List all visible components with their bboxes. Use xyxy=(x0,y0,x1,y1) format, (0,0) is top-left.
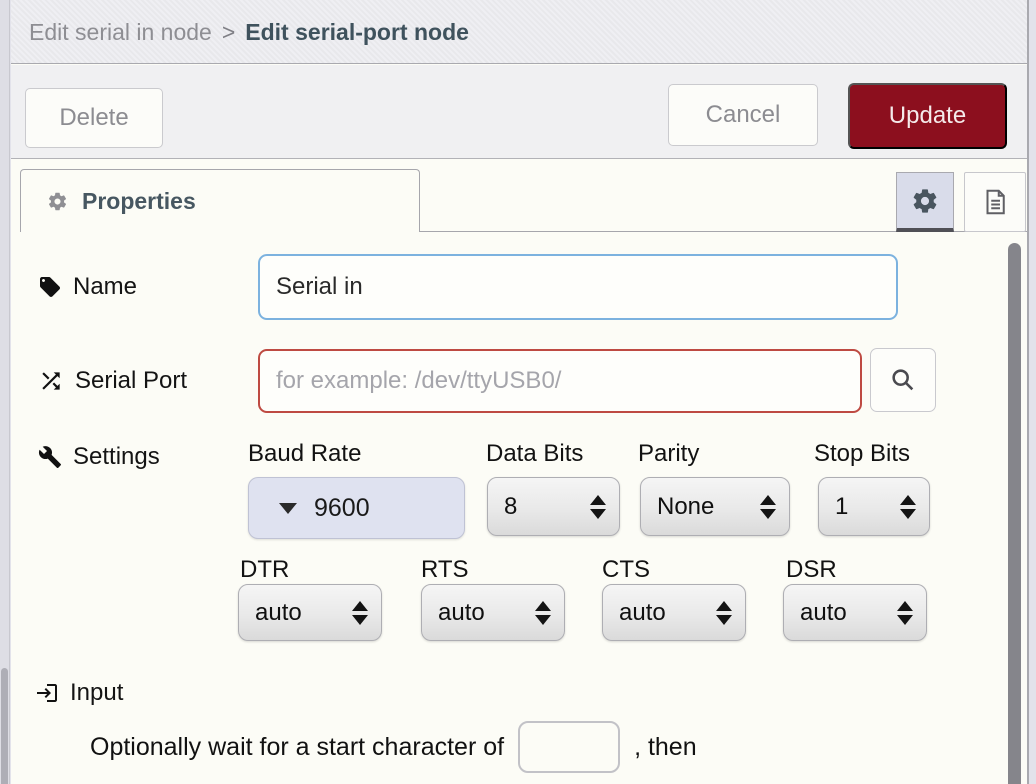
tab-properties-label: Properties xyxy=(82,188,196,215)
gear-icon xyxy=(47,191,68,212)
select-arrows-icon xyxy=(716,601,732,625)
rts-select[interactable]: auto xyxy=(421,584,565,641)
serial-port-input[interactable] xyxy=(258,349,862,413)
stop-bits-label: Stop Bits xyxy=(814,440,910,468)
form-scrollbar-thumb[interactable] xyxy=(1008,243,1021,784)
page-scrollbar-left-thumb[interactable] xyxy=(1,668,8,784)
delete-button[interactable]: Delete xyxy=(25,88,163,148)
stop-bits-select[interactable]: 1 xyxy=(818,477,930,536)
tray-body: Properties xyxy=(11,160,1027,784)
dsr-select[interactable]: auto xyxy=(783,584,927,641)
settings-label: Settings xyxy=(38,441,160,473)
breadcrumb-parent: Edit serial in node xyxy=(29,19,212,46)
search-icon xyxy=(889,366,917,394)
data-bits-label: Data Bits xyxy=(486,440,583,468)
rts-label: RTS xyxy=(421,556,469,584)
select-arrows-icon xyxy=(760,495,776,519)
wrench-icon xyxy=(38,445,62,469)
select-arrows-icon xyxy=(590,495,606,519)
parity-select[interactable]: None xyxy=(640,477,790,536)
description-tab-button[interactable] xyxy=(964,172,1026,232)
edit-serial-port-dialog: Edit serial in node > Edit serial-port n… xyxy=(0,0,1036,784)
parity-label: Parity xyxy=(638,440,699,468)
cts-select[interactable]: auto xyxy=(602,584,746,641)
serial-port-label: Serial Port xyxy=(38,365,187,397)
tray-toolbar: Delete Cancel Update xyxy=(11,65,1027,159)
edit-tray: Edit serial in node > Edit serial-port n… xyxy=(11,0,1029,784)
sentence-after: , then xyxy=(634,733,697,762)
properties-tab-button[interactable] xyxy=(896,172,954,232)
baud-rate-select[interactable]: 9600 xyxy=(248,477,465,539)
start-character-input[interactable] xyxy=(518,721,620,773)
start-character-sentence: Optionally wait for a start character of… xyxy=(90,709,697,784)
name-label: Name xyxy=(38,271,137,303)
data-bits-select[interactable]: 8 xyxy=(487,477,620,536)
tab-properties[interactable]: Properties xyxy=(20,169,420,232)
input-section-label: Input xyxy=(35,677,123,709)
sentence-before: Optionally wait for a start character of xyxy=(90,733,504,762)
gear-icon xyxy=(911,187,939,215)
select-arrows-icon xyxy=(897,601,913,625)
cancel-button[interactable]: Cancel xyxy=(668,84,818,146)
dsr-label: DSR xyxy=(786,556,837,584)
tray-header: Edit serial in node > Edit serial-port n… xyxy=(11,0,1027,64)
update-button[interactable]: Update xyxy=(848,83,1007,149)
cts-label: CTS xyxy=(602,556,650,584)
name-input[interactable] xyxy=(258,254,898,320)
breadcrumb: Edit serial in node > Edit serial-port n… xyxy=(29,0,469,64)
dtr-label: DTR xyxy=(240,556,289,584)
caret-down-icon xyxy=(279,503,297,514)
select-arrows-icon xyxy=(535,601,551,625)
select-arrows-icon xyxy=(900,495,916,519)
dtr-select[interactable]: auto xyxy=(238,584,382,641)
page-scrollbar-left[interactable] xyxy=(0,0,10,784)
breadcrumb-separator: > xyxy=(222,19,235,46)
tag-icon xyxy=(38,275,62,299)
select-arrows-icon xyxy=(352,601,368,625)
baud-rate-label: Baud Rate xyxy=(248,440,361,468)
breadcrumb-current: Edit serial-port node xyxy=(245,19,469,46)
sign-in-icon xyxy=(35,681,59,705)
document-icon xyxy=(980,187,1010,217)
serial-port-search-button[interactable] xyxy=(870,348,936,412)
shuffle-icon xyxy=(38,368,64,394)
